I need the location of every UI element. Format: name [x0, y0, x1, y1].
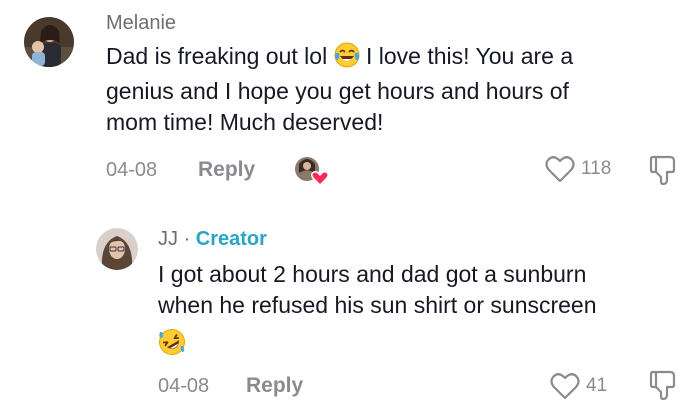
- creator-liked-badge: [293, 155, 330, 187]
- reply-text-line: [158, 321, 688, 359]
- reply-like-button[interactable]: 41: [550, 370, 620, 402]
- reply-dislike-button[interactable]: [646, 368, 680, 402]
- dislike-button[interactable]: [646, 153, 680, 187]
- comment-username[interactable]: Melanie: [106, 12, 176, 35]
- reply-text-line: when he refused his sun shirt or sunscre…: [158, 292, 597, 318]
- comment-date: 04-08: [106, 159, 158, 181]
- reply-date: 04-08: [158, 375, 210, 397]
- heart-outline-icon: [550, 372, 580, 405]
- comment-text-line: mom time! Much deserved!: [106, 109, 384, 135]
- avatar[interactable]: [24, 17, 74, 67]
- comment-text-line: genius and I hope you get hours and hour…: [106, 78, 569, 104]
- heart-outline-icon: [545, 155, 575, 188]
- laughing-emoji-icon: [334, 42, 360, 76]
- reply-username[interactable]: JJ · Creator: [158, 228, 267, 251]
- thumbs-down-icon: [646, 370, 680, 406]
- like-button[interactable]: 118: [545, 153, 625, 185]
- reply-like-count: 41: [586, 375, 608, 396]
- reply-reply-button[interactable]: Reply: [246, 374, 303, 398]
- like-count: 118: [581, 158, 612, 179]
- comment-text-line: Dad is freaking out lol I love this! You…: [106, 41, 686, 76]
- reply-button[interactable]: Reply: [198, 158, 255, 182]
- separator: ·: [183, 228, 191, 250]
- creator-badge: Creator: [195, 228, 267, 250]
- reply-text-line: I got about 2 hours and dad got a sunbur…: [158, 261, 587, 287]
- thumbs-down-icon: [646, 155, 680, 191]
- comment-text: Dad is freaking out lol I love this! You…: [106, 41, 686, 138]
- reply-avatar[interactable]: [96, 228, 138, 270]
- reply-text: I got about 2 hours and dad got a sunbur…: [158, 259, 688, 359]
- rofl-emoji-icon: [158, 328, 186, 364]
